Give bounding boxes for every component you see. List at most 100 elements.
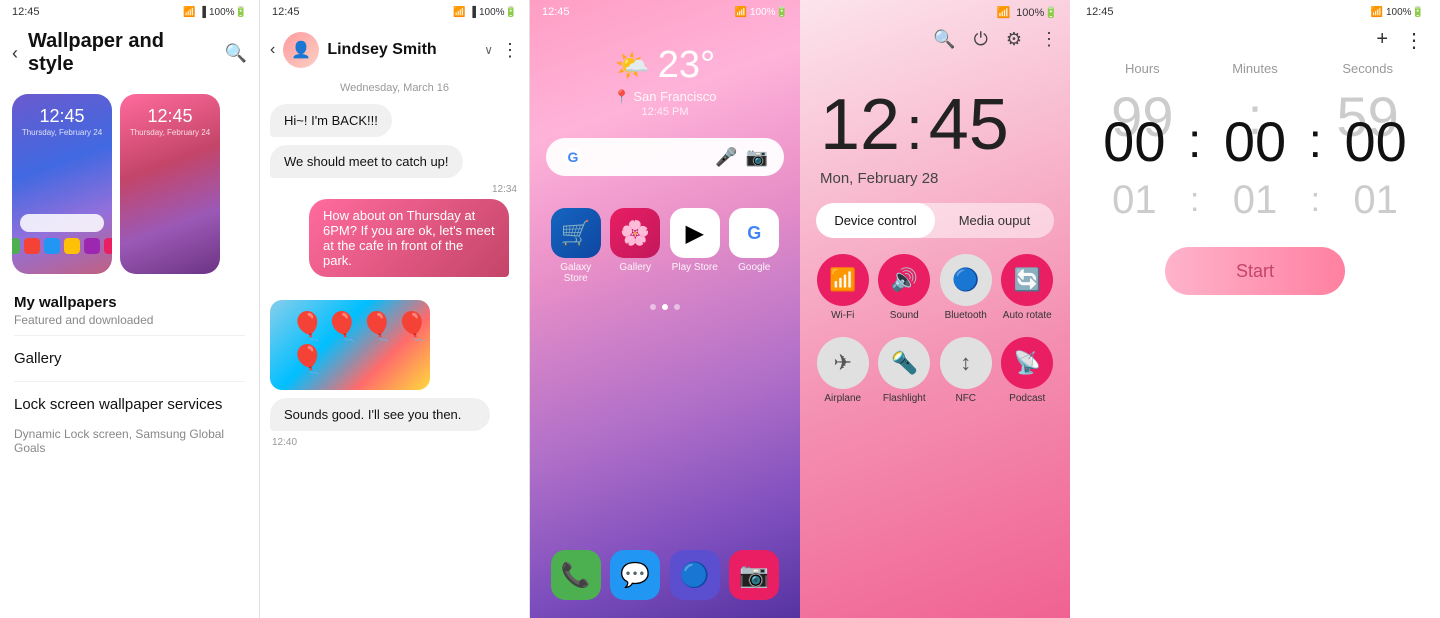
gallery-label: Gallery — [619, 262, 651, 273]
preview-time-left: 12:45 — [39, 106, 84, 127]
quick-sound-circle: 🔊 — [878, 254, 930, 306]
preview-right[interactable]: 12:45 Thursday, February 24 — [120, 94, 220, 274]
app-camera[interactable]: 📷 — [729, 550, 781, 600]
messages-icon: 💬 — [610, 550, 660, 600]
timer-next-colon1: : — [1183, 181, 1207, 220]
gallery-menu-item[interactable]: Gallery — [0, 336, 259, 381]
quick-bluetooth-circle: 🔵 — [940, 254, 992, 306]
home-bottom-dock: 📞 💬 🔵 📷 — [530, 540, 800, 610]
lock-date: Mon, February 28 — [800, 166, 1070, 187]
google-icon: G — [729, 208, 779, 258]
status-icons-3: 📶 100%🔋 — [735, 7, 788, 18]
lock-power-icon[interactable]: ⏻ — [974, 29, 988, 50]
contact-name: Lindsey Smith — [327, 41, 476, 59]
lens-icon[interactable]: 📷 — [746, 147, 768, 168]
weather-time: 12:45 PM — [641, 106, 688, 118]
status-bar-3: 12:45 📶 100%🔋 — [530, 0, 800, 24]
time-2: 12:45 — [272, 6, 300, 18]
play-store-label: Play Store — [672, 262, 718, 273]
quick-podcast[interactable]: 📡 Podcast — [1001, 337, 1055, 404]
lock-controls: 🔍 ⏻ ⚙ ⋮ — [800, 25, 1070, 54]
timer-start-button[interactable]: Start — [1165, 247, 1345, 295]
mini-icon-4 — [64, 238, 80, 254]
lock-more-icon[interactable]: ⋮ — [1040, 29, 1058, 50]
quick-nfc-circle: ↕ — [940, 337, 992, 389]
timer-next-hours: 01 — [1086, 178, 1183, 223]
tab-device-control[interactable]: Device control — [816, 203, 935, 238]
quick-sound-label: Sound — [890, 310, 919, 321]
lock-hour: 12 — [820, 84, 900, 166]
app-galaxy-store[interactable]: 🛒 Galaxy Store — [550, 208, 602, 284]
app-play-store[interactable]: ▶ Play Store — [669, 208, 721, 284]
app-phone[interactable]: 📞 — [550, 550, 602, 600]
timer-header-controls: + ⋮ — [1070, 24, 1440, 53]
preview-date-right: Thursday, February 24 — [130, 128, 210, 137]
lock-tabs: Device control Media ouput — [816, 203, 1054, 238]
lock-battery-icon: 100%🔋 — [1016, 6, 1058, 19]
quick-bluetooth[interactable]: 🔵 Bluetooth — [939, 254, 993, 321]
home-app-grid: 🛒 Galaxy Store 🌸 Gallery ▶ Play Store G … — [530, 192, 800, 300]
my-wallpapers-sub: Featured and downloaded — [0, 313, 259, 335]
location-icon: 📍 — [614, 89, 630, 104]
quick-flashlight-circle: 🔦 — [878, 337, 930, 389]
galaxy-store-label: Galaxy Store — [550, 262, 602, 284]
lockscreen-sub: Dynamic Lock screen, Samsung Global Goal… — [0, 427, 259, 463]
wifi-icon-2: 📶 — [453, 7, 465, 18]
search-button-1[interactable]: 🔍 — [225, 43, 247, 64]
quick-airplane-label: Airplane — [824, 393, 861, 404]
col-hours-label: Hours — [1086, 61, 1199, 76]
timer-more-button[interactable]: ⋮ — [1404, 28, 1424, 53]
quick-podcast-circle: 📡 — [1001, 337, 1053, 389]
weather-city: 📍 San Francisco — [614, 89, 717, 105]
preview-left[interactable]: 12:45 Thursday, February 24 — [12, 94, 112, 274]
msg-image: 🎈🎈🎈🎈🎈 — [270, 300, 430, 390]
app-google[interactable]: G Google — [729, 208, 781, 284]
weather-temp: 23° — [658, 44, 715, 87]
dot-3 — [674, 304, 680, 310]
balloons-emoji: 🎈🎈🎈🎈🎈 — [290, 310, 430, 376]
quick-nfc[interactable]: ↕ NFC — [939, 337, 993, 404]
quick-wifi-label: Wi-Fi — [831, 310, 854, 321]
phone-icon: 📞 — [551, 550, 601, 600]
timer-next-seconds: 01 — [1327, 178, 1424, 223]
msg-more-button[interactable]: ⋮ — [501, 40, 519, 61]
app-gallery[interactable]: 🌸 Gallery — [610, 208, 662, 284]
back-button-1[interactable]: ‹ — [12, 43, 18, 64]
msg-time-2: 12:39 — [260, 283, 529, 296]
wifi-icon: 📶 — [183, 7, 195, 18]
status-bar-2: 12:45 📶 ▐ 100%🔋 — [260, 0, 529, 24]
lock-time-display: 12 : 45 — [800, 54, 1070, 166]
app-messages[interactable]: 💬 — [610, 550, 662, 600]
tab-media-output[interactable]: Media ouput — [935, 203, 1054, 238]
preview-apps-left — [12, 238, 112, 254]
quick-wifi-circle: 📶 — [817, 254, 869, 306]
timer-add-button[interactable]: + — [1376, 28, 1388, 53]
mini-icon-2 — [24, 238, 40, 254]
quick-wifi[interactable]: 📶 Wi-Fi — [816, 254, 870, 321]
timer-status-bar: 12:45 📶 100%🔋 — [1070, 0, 1440, 24]
quick-sound[interactable]: 🔊 Sound — [878, 254, 932, 321]
status-icons-2: 📶 ▐ 100%🔋 — [453, 7, 517, 18]
lockscreen-menu-item[interactable]: Lock screen wallpaper services — [0, 382, 259, 427]
preview-date-left: Thursday, February 24 — [22, 128, 102, 137]
messages-container: Wednesday, March 16 Hi~! I'm BACK!!! We … — [260, 76, 529, 618]
quick-autorotate[interactable]: 🔄 Auto rotate — [1001, 254, 1055, 321]
home-search-bar[interactable]: G 🎤 📷 — [546, 138, 784, 176]
quick-flashlight[interactable]: 🔦 Flashlight — [878, 337, 932, 404]
lock-wifi-icon: 📶 — [996, 6, 1010, 19]
lock-settings-icon[interactable]: ⚙ — [1006, 29, 1022, 50]
lock-search-icon[interactable]: 🔍 — [933, 29, 955, 50]
contact-chevron-icon[interactable]: ∨ — [484, 43, 493, 57]
timer-col-labels: Hours Minutes Seconds — [1070, 53, 1440, 76]
timer-main-minutes: 00 — [1207, 109, 1304, 174]
timer-wifi-icon: 📶 — [1371, 7, 1383, 18]
quick-airplane[interactable]: ✈ Airplane — [816, 337, 870, 404]
mic-icon[interactable]: 🎤 — [715, 147, 737, 168]
time-1: 12:45 — [12, 6, 40, 18]
msg-back-button[interactable]: ‹ — [270, 41, 275, 59]
panel-messaging: 12:45 📶 ▐ 100%🔋 ‹ 👤 Lindsey Smith ∨ ⋮ We… — [260, 0, 530, 618]
col-seconds-label: Seconds — [1311, 61, 1424, 76]
app-samsung[interactable]: 🔵 — [669, 550, 721, 600]
panel-timer: 12:45 📶 100%🔋 + ⋮ Hours Minutes Seconds … — [1070, 0, 1440, 618]
timer-main-colon2: : — [1303, 114, 1327, 169]
